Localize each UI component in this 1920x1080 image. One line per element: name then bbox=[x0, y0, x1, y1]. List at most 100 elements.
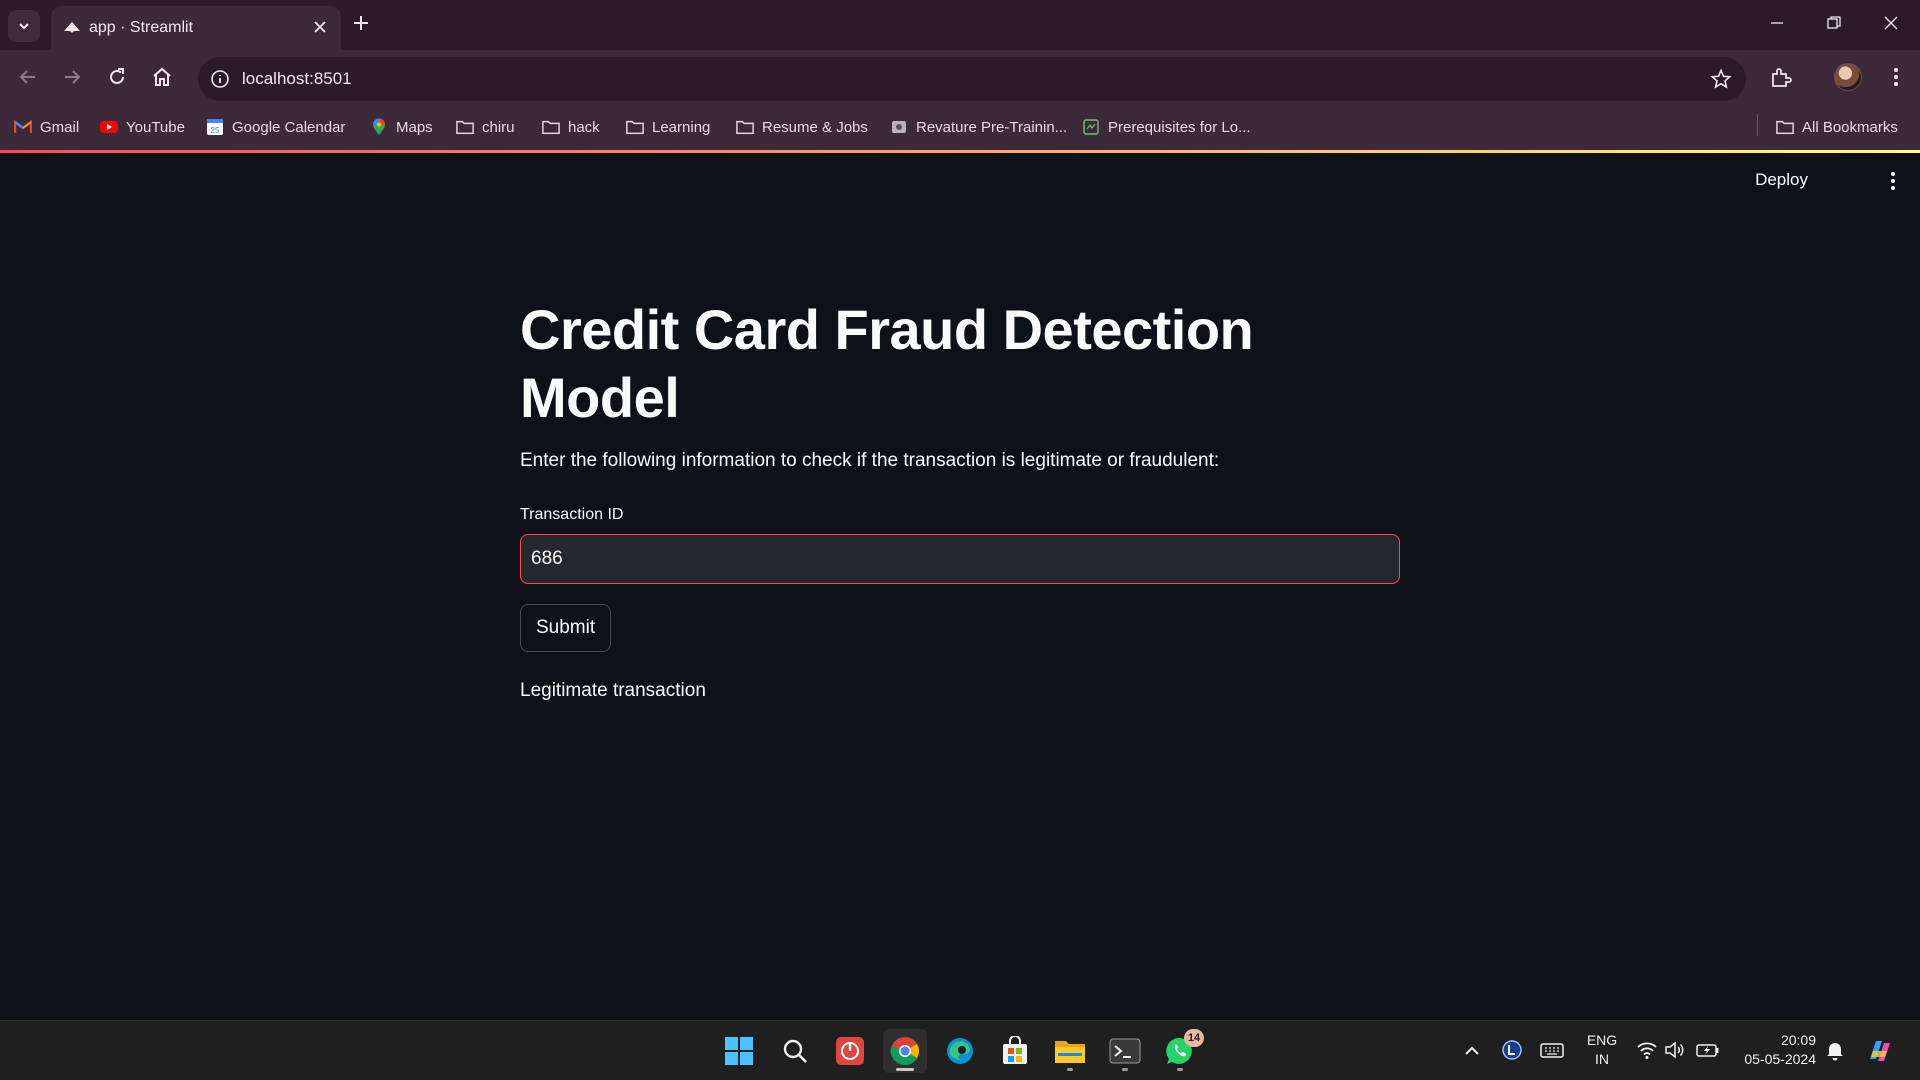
chevron-down-icon bbox=[17, 19, 31, 33]
language-code: ENG bbox=[1586, 1032, 1618, 1048]
bookmark-gmail[interactable]: Gmail bbox=[14, 118, 79, 136]
copilot-icon[interactable] bbox=[1864, 1035, 1896, 1067]
bookmark-prerequisites[interactable]: Prerequisites for Lo... bbox=[1082, 118, 1251, 136]
running-indicator bbox=[1122, 1068, 1128, 1071]
new-tab-icon[interactable] bbox=[350, 12, 372, 34]
active-tab[interactable]: app · Streamlit bbox=[51, 6, 341, 50]
folder-icon bbox=[1776, 118, 1794, 136]
url-text[interactable]: localhost:8501 bbox=[242, 69, 352, 89]
page-title: Credit Card Fraud Detection Model bbox=[520, 298, 1254, 429]
header-decoration-bar bbox=[0, 150, 1920, 153]
deploy-button[interactable]: Deploy bbox=[1755, 170, 1808, 190]
streamlit-favicon-icon bbox=[63, 19, 81, 35]
browser-menu-icon[interactable] bbox=[1884, 65, 1908, 89]
show-hidden-icons-icon[interactable] bbox=[1462, 1041, 1482, 1061]
main-block: Credit Card Fraud Detection Model Enter … bbox=[520, 296, 1400, 702]
calendar-icon: 25 bbox=[206, 118, 224, 136]
bookmark-folder-hack[interactable]: hack bbox=[542, 118, 600, 136]
keyboard-icon[interactable] bbox=[1540, 1040, 1564, 1060]
profile-avatar[interactable] bbox=[1834, 63, 1862, 91]
running-indicator bbox=[1067, 1068, 1073, 1071]
submit-button[interactable]: Submit bbox=[520, 604, 612, 652]
reload-icon[interactable] bbox=[105, 65, 129, 89]
taskbar-search-button[interactable] bbox=[773, 1029, 817, 1073]
bookmark-label: All Bookmarks bbox=[1802, 118, 1898, 136]
close-tab-icon[interactable] bbox=[311, 18, 329, 36]
region-code: IN bbox=[1595, 1051, 1609, 1067]
system-clock[interactable]: 20:09 05-05-2024 bbox=[1736, 1031, 1816, 1069]
app-menu-icon[interactable] bbox=[1882, 170, 1904, 192]
bookmark-label: Maps bbox=[396, 118, 433, 136]
bookmark-folder-chiru[interactable]: chiru bbox=[456, 118, 515, 136]
volume-icon[interactable] bbox=[1664, 1040, 1686, 1060]
bookmark-revature[interactable]: Revature Pre-Trainin... bbox=[890, 118, 1067, 136]
streamlit-app: Deploy Credit Card Fraud Detection Model… bbox=[0, 150, 1920, 1020]
taskbar-app-whatsapp[interactable]: 14 bbox=[1158, 1029, 1204, 1073]
bookmarks-divider bbox=[1757, 114, 1758, 136]
forward-arrow-icon[interactable] bbox=[60, 65, 84, 89]
power-app-icon bbox=[835, 1036, 865, 1066]
windows-taskbar: 14 ENG IN 20:09 05-05-2024 bbox=[0, 1020, 1920, 1080]
address-bar[interactable]: localhost:8501 bbox=[198, 57, 1746, 101]
svg-text:25: 25 bbox=[211, 126, 220, 135]
bookmark-label: Prerequisites for Lo... bbox=[1108, 118, 1251, 136]
whatsapp-notification-badge: 14 bbox=[1184, 1029, 1204, 1047]
taskbar-app-store[interactable] bbox=[993, 1029, 1037, 1073]
prediction-result: Legitimate transaction bbox=[520, 680, 706, 701]
transaction-id-input[interactable] bbox=[520, 534, 1400, 584]
wifi-icon[interactable] bbox=[1636, 1040, 1658, 1060]
bookmark-label: Revature Pre-Trainin... bbox=[916, 118, 1068, 136]
taskbar-app-chrome[interactable] bbox=[883, 1029, 927, 1073]
bookmark-label: Gmail bbox=[40, 118, 80, 136]
close-window-icon[interactable] bbox=[1880, 12, 1902, 34]
input-language-indicator[interactable]: ENG IN bbox=[1584, 1031, 1620, 1069]
bookmark-label: Learning bbox=[652, 118, 711, 136]
taskbar-app-edge[interactable] bbox=[938, 1029, 982, 1073]
running-indicator bbox=[896, 1068, 914, 1071]
store-icon bbox=[1000, 1036, 1030, 1066]
battery-icon[interactable] bbox=[1696, 1040, 1720, 1060]
browser-tab-strip: app · Streamlit bbox=[0, 0, 1920, 50]
extensions-icon[interactable] bbox=[1768, 65, 1794, 91]
maps-icon bbox=[370, 118, 388, 136]
folder-icon bbox=[542, 118, 560, 136]
running-indicator bbox=[1177, 1068, 1183, 1071]
bookmark-label: YouTube bbox=[126, 118, 185, 136]
youtube-icon bbox=[100, 118, 118, 136]
back-arrow-icon[interactable] bbox=[16, 65, 40, 89]
start-button[interactable] bbox=[717, 1029, 761, 1073]
bookmark-label: hack bbox=[568, 118, 600, 136]
taskbar-app-power[interactable] bbox=[828, 1029, 872, 1073]
revature-icon bbox=[890, 118, 908, 136]
minimize-icon[interactable] bbox=[1766, 12, 1788, 34]
file-explorer-icon bbox=[1054, 1037, 1086, 1065]
tab-search-button[interactable] bbox=[8, 10, 40, 42]
bookmark-label: chiru bbox=[482, 118, 515, 136]
page-icon bbox=[1082, 118, 1100, 136]
browser-toolbar: localhost:8501 bbox=[0, 50, 1920, 108]
bookmark-folder-learning[interactable]: Learning bbox=[626, 118, 710, 136]
tray-app-icon[interactable] bbox=[1501, 1039, 1523, 1061]
home-icon[interactable] bbox=[150, 65, 174, 89]
bookmark-label: Resume & Jobs bbox=[762, 118, 868, 136]
folder-icon bbox=[626, 118, 644, 136]
taskbar-app-terminal[interactable] bbox=[1103, 1029, 1147, 1073]
all-bookmarks-button[interactable]: All Bookmarks bbox=[1776, 118, 1898, 136]
tab-title: app · Streamlit bbox=[89, 19, 194, 36]
taskbar-app-file-explorer[interactable] bbox=[1048, 1029, 1092, 1073]
gmail-icon bbox=[14, 118, 32, 136]
transaction-id-label: Transaction ID bbox=[520, 506, 624, 523]
bookmark-folder-resume-jobs[interactable]: Resume & Jobs bbox=[736, 118, 868, 136]
site-info-icon[interactable] bbox=[204, 63, 236, 95]
bookmark-maps[interactable]: Maps bbox=[370, 118, 433, 136]
notification-bell-icon[interactable] bbox=[1824, 1040, 1846, 1062]
restore-icon[interactable] bbox=[1823, 12, 1845, 34]
folder-icon bbox=[456, 118, 474, 136]
bookmark-label: Google Calendar bbox=[232, 118, 346, 136]
clock-date: 05-05-2024 bbox=[1744, 1051, 1816, 1067]
edge-icon bbox=[945, 1036, 975, 1066]
bookmark-youtube[interactable]: YouTube bbox=[100, 118, 185, 136]
clock-time: 20:09 bbox=[1780, 1032, 1816, 1048]
bookmark-star-icon[interactable] bbox=[1710, 68, 1732, 90]
bookmark-google-calendar[interactable]: 25 Google Calendar bbox=[206, 118, 345, 136]
